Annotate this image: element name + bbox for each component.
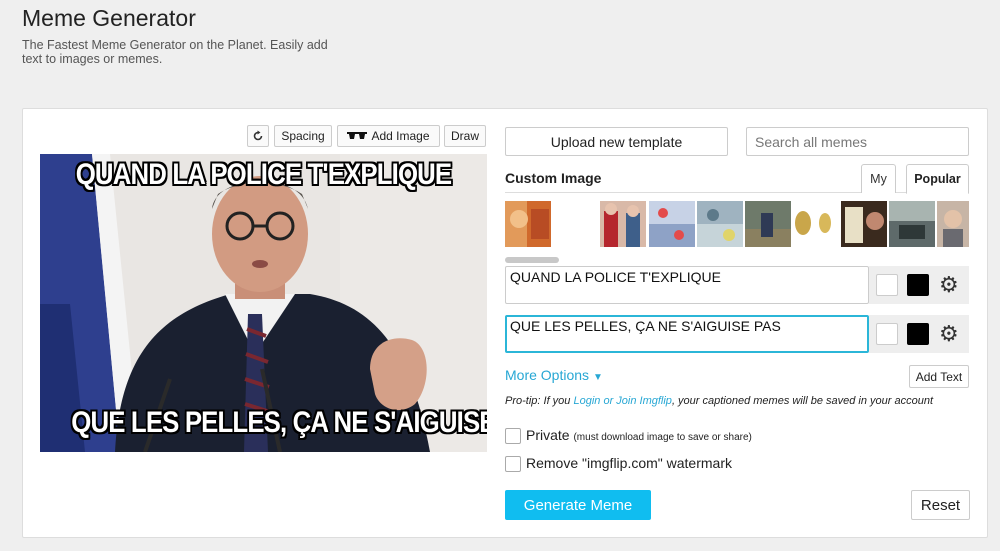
spacing-label: Spacing bbox=[281, 129, 325, 143]
template-thumbnail[interactable] bbox=[937, 201, 969, 247]
text-box-2[interactable]: QUE LES PELLES, ÇA NE S'AIGUISE PAS bbox=[505, 315, 869, 353]
template-thumbnail[interactable] bbox=[697, 201, 743, 247]
meme-canvas[interactable]: QUAND LA POLICE T'EXPLIQUE QUE LES PELLE… bbox=[40, 154, 487, 452]
tab-popular[interactable]: Popular bbox=[906, 164, 969, 194]
tabs-divider bbox=[505, 192, 969, 193]
private-label: Private (must download image to save or … bbox=[526, 427, 752, 443]
draw-button[interactable]: Draw bbox=[444, 125, 486, 147]
generate-meme-button[interactable]: Generate Meme bbox=[505, 490, 651, 520]
protip-prefix: Pro-tip: If you bbox=[505, 395, 574, 407]
template-thumbnail[interactable] bbox=[505, 201, 551, 247]
outline-color-swatch[interactable] bbox=[876, 323, 898, 345]
template-thumbnail[interactable] bbox=[793, 201, 839, 247]
spacing-button[interactable]: Spacing bbox=[274, 125, 332, 147]
text-color-swatch[interactable] bbox=[907, 274, 929, 296]
page-subtitle: The Fastest Meme Generator on the Planet… bbox=[22, 38, 328, 66]
gear-icon[interactable]: ⚙ bbox=[939, 322, 959, 346]
text-color-swatch[interactable] bbox=[907, 323, 929, 345]
private-checkbox[interactable] bbox=[505, 428, 521, 444]
template-thumbnail[interactable] bbox=[649, 201, 695, 247]
more-options-label: More Options bbox=[505, 367, 590, 383]
caret-down-icon: ▼ bbox=[592, 372, 603, 383]
add-text-button[interactable]: Add Text bbox=[909, 365, 969, 388]
draw-label: Draw bbox=[451, 129, 480, 143]
protip-text: Pro-tip: If you Login or Join Imgflip, y… bbox=[505, 395, 933, 407]
reset-button[interactable]: Reset bbox=[911, 490, 970, 520]
add-image-label: Add Image bbox=[371, 129, 430, 143]
add-image-button[interactable]: Add Image bbox=[337, 125, 440, 147]
text-box-1[interactable]: QUAND LA POLICE T'EXPLIQUE bbox=[505, 266, 869, 304]
watermark-checkbox[interactable] bbox=[505, 456, 521, 472]
rotate-icon bbox=[253, 130, 263, 141]
thumbnails-scrollbar[interactable] bbox=[505, 257, 559, 263]
rotate-button[interactable] bbox=[247, 125, 269, 147]
sunglasses-icon bbox=[347, 132, 368, 139]
custom-image-label[interactable]: Custom Image bbox=[505, 170, 601, 186]
template-thumbnails bbox=[505, 201, 969, 248]
outline-color-swatch[interactable] bbox=[876, 274, 898, 296]
meme-top-text[interactable]: QUAND LA POLICE T'EXPLIQUE bbox=[71, 158, 455, 192]
template-thumbnail[interactable] bbox=[745, 201, 791, 247]
login-join-link[interactable]: Login or Join Imgflip bbox=[573, 395, 671, 407]
upload-template-button[interactable]: Upload new template bbox=[505, 127, 728, 156]
text-box-1-tools: ⚙ bbox=[869, 266, 969, 304]
page-title: Meme Generator bbox=[22, 5, 196, 31]
template-thumbnail[interactable] bbox=[600, 201, 646, 247]
private-note: (must download image to save or share) bbox=[573, 432, 752, 443]
template-thumbnail[interactable] bbox=[841, 201, 887, 247]
template-thumbnail[interactable] bbox=[889, 201, 935, 247]
text-box-2-tools: ⚙ bbox=[869, 315, 969, 353]
private-label-text: Private bbox=[526, 427, 570, 443]
meme-bottom-text[interactable]: QUE LES PELLES, ÇA NE S'AIGUISE PAS bbox=[71, 406, 487, 440]
protip-suffix: , your captioned memes will be saved in … bbox=[671, 395, 934, 407]
more-options-link[interactable]: More Options ▼ bbox=[505, 367, 603, 383]
tab-my[interactable]: My bbox=[861, 164, 896, 193]
gear-icon[interactable]: ⚙ bbox=[939, 273, 959, 297]
watermark-label: Remove "imgflip.com" watermark bbox=[526, 455, 732, 471]
search-memes-input[interactable] bbox=[746, 127, 969, 156]
